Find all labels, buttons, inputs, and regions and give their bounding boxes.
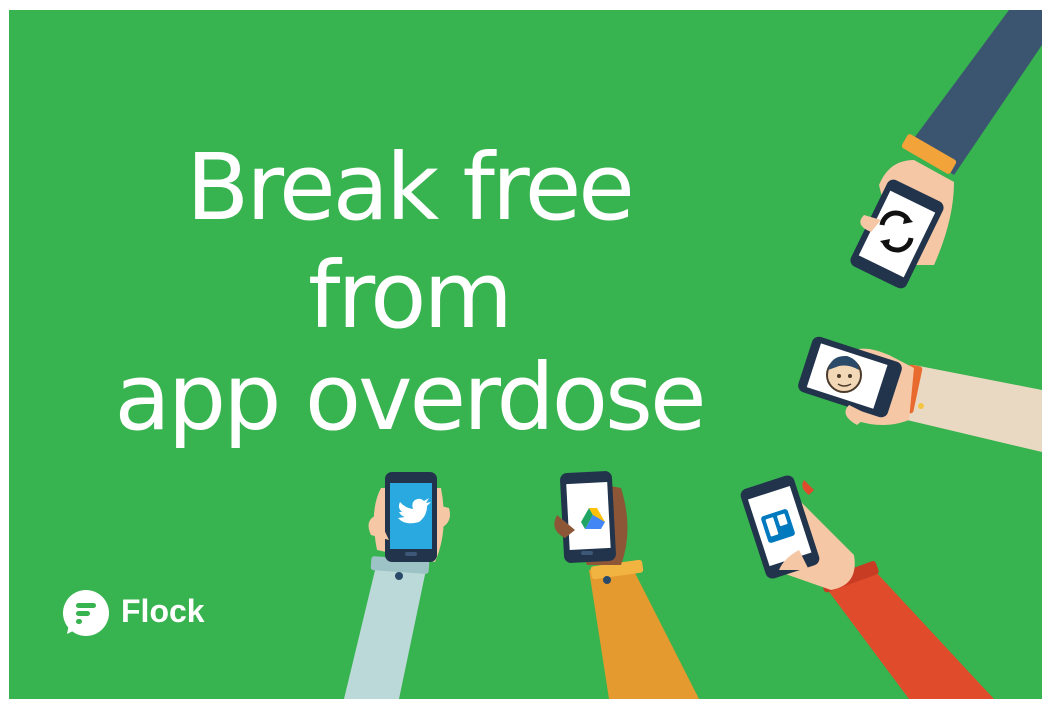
phone-drive [560, 471, 616, 563]
hand-twitter [344, 472, 450, 699]
headline-line-3: app overdose [114, 344, 706, 451]
hand-trello [740, 475, 994, 699]
phone-twitter [385, 472, 437, 562]
headline-line-1: Break free [186, 134, 635, 241]
image-frame: Break free from app overdose Flock [0, 0, 1051, 709]
flock-banner: Break free from app overdose Flock [9, 10, 1042, 699]
flock-logo-icon [63, 590, 109, 636]
hand-circular [850, 10, 1042, 289]
headline-line-2: from [307, 242, 513, 349]
hand-drive [554, 471, 699, 699]
hand-mailchimp [798, 336, 1042, 452]
flock-logo-text: Flock [121, 593, 205, 629]
